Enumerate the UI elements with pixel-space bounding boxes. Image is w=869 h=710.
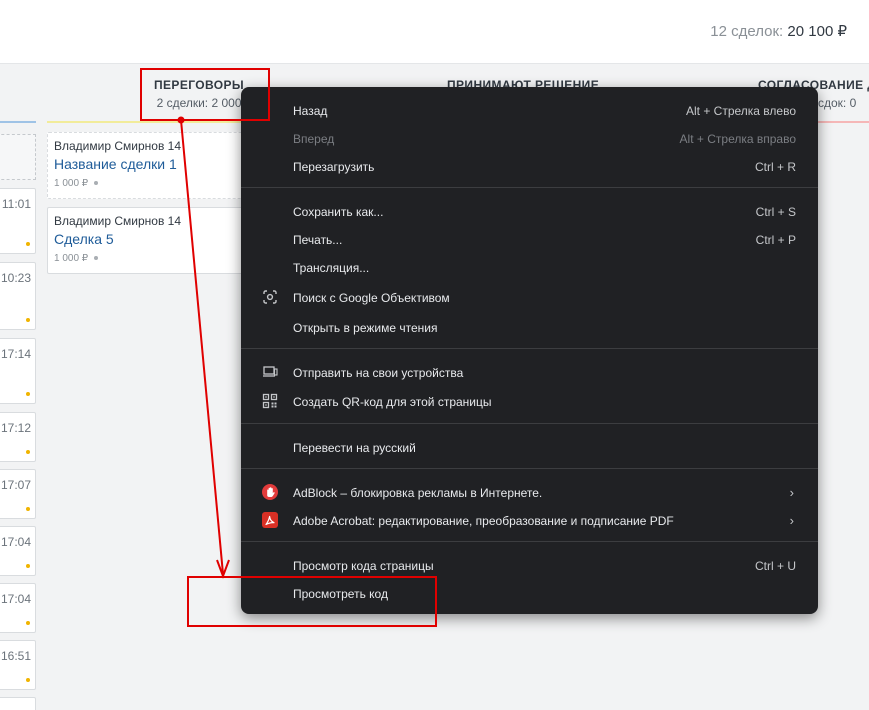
annotation-arrow	[177, 116, 230, 579]
